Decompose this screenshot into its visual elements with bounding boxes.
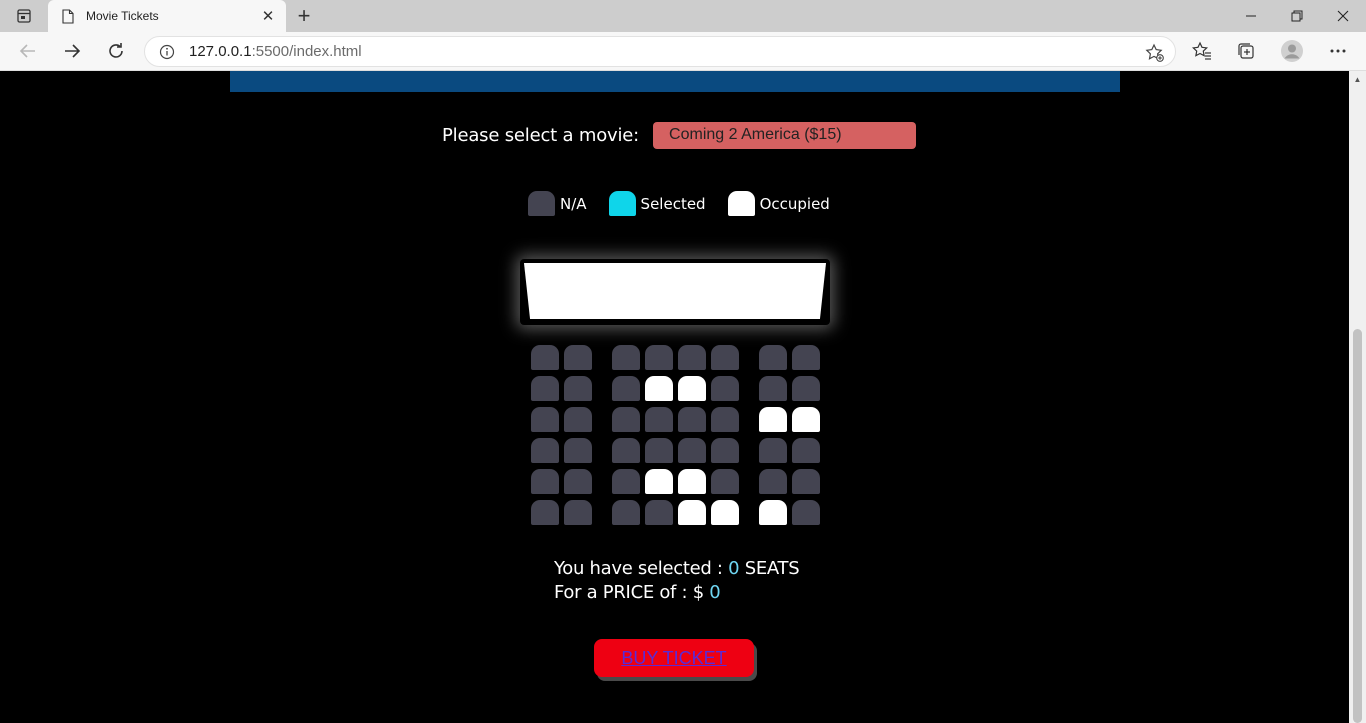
seat bbox=[678, 500, 706, 525]
seat bbox=[645, 376, 673, 401]
minimize-icon[interactable] bbox=[1228, 0, 1274, 32]
seat bbox=[792, 407, 820, 432]
page-scrollbar[interactable]: ▲ bbox=[1349, 71, 1366, 723]
seat[interactable] bbox=[531, 438, 559, 463]
seat[interactable] bbox=[711, 438, 739, 463]
movie-select-label: Please select a movie: bbox=[442, 124, 640, 146]
more-options-icon[interactable] bbox=[1322, 36, 1354, 66]
browser-toolbar: 127.0.0.1:5500/index.html bbox=[0, 32, 1366, 71]
forward-arrow-icon[interactable] bbox=[56, 36, 88, 66]
legend-label: Selected bbox=[640, 194, 706, 213]
scroll-up-arrow-icon[interactable]: ▲ bbox=[1349, 71, 1366, 87]
seat[interactable] bbox=[531, 500, 559, 525]
total-price: 0 bbox=[709, 582, 721, 603]
new-tab-button[interactable]: + bbox=[292, 3, 316, 28]
restore-icon[interactable] bbox=[1274, 0, 1320, 32]
seat[interactable] bbox=[711, 345, 739, 370]
header-banner bbox=[230, 71, 1120, 92]
close-window-icon[interactable] bbox=[1320, 0, 1366, 32]
cinema-screen bbox=[524, 263, 826, 319]
page-viewport: Please select a movie: Coming 2 America … bbox=[0, 71, 1349, 723]
seat[interactable] bbox=[645, 345, 673, 370]
address-path: :5500/index.html bbox=[251, 43, 362, 60]
tab-title: Movie Tickets bbox=[86, 9, 159, 23]
selected-count-suffix: SEATS bbox=[744, 558, 800, 579]
total-price-line: For a PRICE of : $ 0 bbox=[554, 582, 721, 603]
seat[interactable] bbox=[612, 469, 640, 494]
selected-count: 0 bbox=[728, 558, 740, 579]
seat[interactable] bbox=[564, 438, 592, 463]
movie-selector-row: Please select a movie: Coming 2 America … bbox=[442, 121, 917, 149]
seat-legend: N/A Selected Occupied bbox=[528, 191, 852, 216]
legend-selected: Selected bbox=[608, 191, 706, 216]
seat[interactable] bbox=[564, 500, 592, 525]
seat bbox=[759, 407, 787, 432]
seat[interactable] bbox=[564, 345, 592, 370]
seat[interactable] bbox=[792, 376, 820, 401]
legend-seat-na bbox=[528, 191, 555, 216]
seat bbox=[678, 376, 706, 401]
total-price-prefix: For a PRICE of : $ bbox=[554, 582, 704, 603]
add-favorite-icon[interactable] bbox=[1145, 43, 1165, 63]
seat[interactable] bbox=[564, 376, 592, 401]
seat[interactable] bbox=[612, 376, 640, 401]
favorites-icon[interactable] bbox=[1186, 36, 1218, 66]
seat[interactable] bbox=[612, 438, 640, 463]
seat[interactable] bbox=[531, 469, 559, 494]
seat[interactable] bbox=[759, 345, 787, 370]
browser-tab[interactable]: Movie Tickets ✕ bbox=[48, 0, 286, 32]
movie-select[interactable]: Coming 2 America ($15) bbox=[653, 121, 917, 149]
seat[interactable] bbox=[531, 376, 559, 401]
site-info-icon[interactable] bbox=[159, 44, 175, 60]
back-arrow-icon[interactable] bbox=[12, 36, 44, 66]
address-url[interactable]: 127.0.0.1:5500/index.html bbox=[189, 43, 362, 60]
seat[interactable] bbox=[678, 438, 706, 463]
legend-na: N/A bbox=[528, 191, 587, 216]
profile-avatar[interactable] bbox=[1276, 36, 1308, 66]
collections-icon[interactable] bbox=[1230, 36, 1262, 66]
seat[interactable] bbox=[612, 500, 640, 525]
seat[interactable] bbox=[759, 469, 787, 494]
legend-label: N/A bbox=[560, 194, 587, 213]
seat bbox=[711, 500, 739, 525]
seat[interactable] bbox=[564, 407, 592, 432]
seat[interactable] bbox=[711, 407, 739, 432]
seat bbox=[678, 469, 706, 494]
close-tab-icon[interactable]: ✕ bbox=[258, 6, 278, 26]
seat[interactable] bbox=[531, 407, 559, 432]
seat[interactable] bbox=[645, 407, 673, 432]
seat[interactable] bbox=[792, 345, 820, 370]
seat[interactable] bbox=[759, 438, 787, 463]
seat[interactable] bbox=[678, 407, 706, 432]
legend-occupied: Occupied bbox=[727, 191, 830, 216]
seat[interactable] bbox=[759, 376, 787, 401]
buy-ticket-button[interactable]: BUY TICKET bbox=[594, 639, 754, 677]
address-host: 127.0.0.1 bbox=[189, 43, 252, 60]
legend-seat-occupied bbox=[727, 191, 755, 216]
seat[interactable] bbox=[612, 407, 640, 432]
page-icon bbox=[60, 8, 76, 24]
selected-count-line: You have selected : 0 SEATS bbox=[554, 558, 800, 579]
refresh-icon[interactable] bbox=[100, 36, 132, 66]
seat[interactable] bbox=[792, 438, 820, 463]
selected-count-prefix: You have selected : bbox=[554, 558, 723, 579]
browser-tab-bar: Movie Tickets ✕ + bbox=[0, 0, 1366, 32]
seat[interactable] bbox=[612, 345, 640, 370]
seat[interactable] bbox=[711, 469, 739, 494]
seat bbox=[759, 500, 787, 525]
legend-label: Occupied bbox=[759, 194, 830, 213]
seat bbox=[645, 469, 673, 494]
seat[interactable] bbox=[645, 500, 673, 525]
seat[interactable] bbox=[792, 500, 820, 525]
seat[interactable] bbox=[531, 345, 559, 370]
legend-seat-selected bbox=[608, 191, 636, 216]
seat[interactable] bbox=[711, 376, 739, 401]
seat[interactable] bbox=[564, 469, 592, 494]
seat[interactable] bbox=[678, 345, 706, 370]
seat[interactable] bbox=[645, 438, 673, 463]
address-bar[interactable]: 127.0.0.1:5500/index.html bbox=[144, 36, 1176, 67]
seat[interactable] bbox=[792, 469, 820, 494]
tab-actions-icon[interactable] bbox=[8, 6, 40, 26]
scroll-thumb[interactable] bbox=[1353, 329, 1362, 723]
